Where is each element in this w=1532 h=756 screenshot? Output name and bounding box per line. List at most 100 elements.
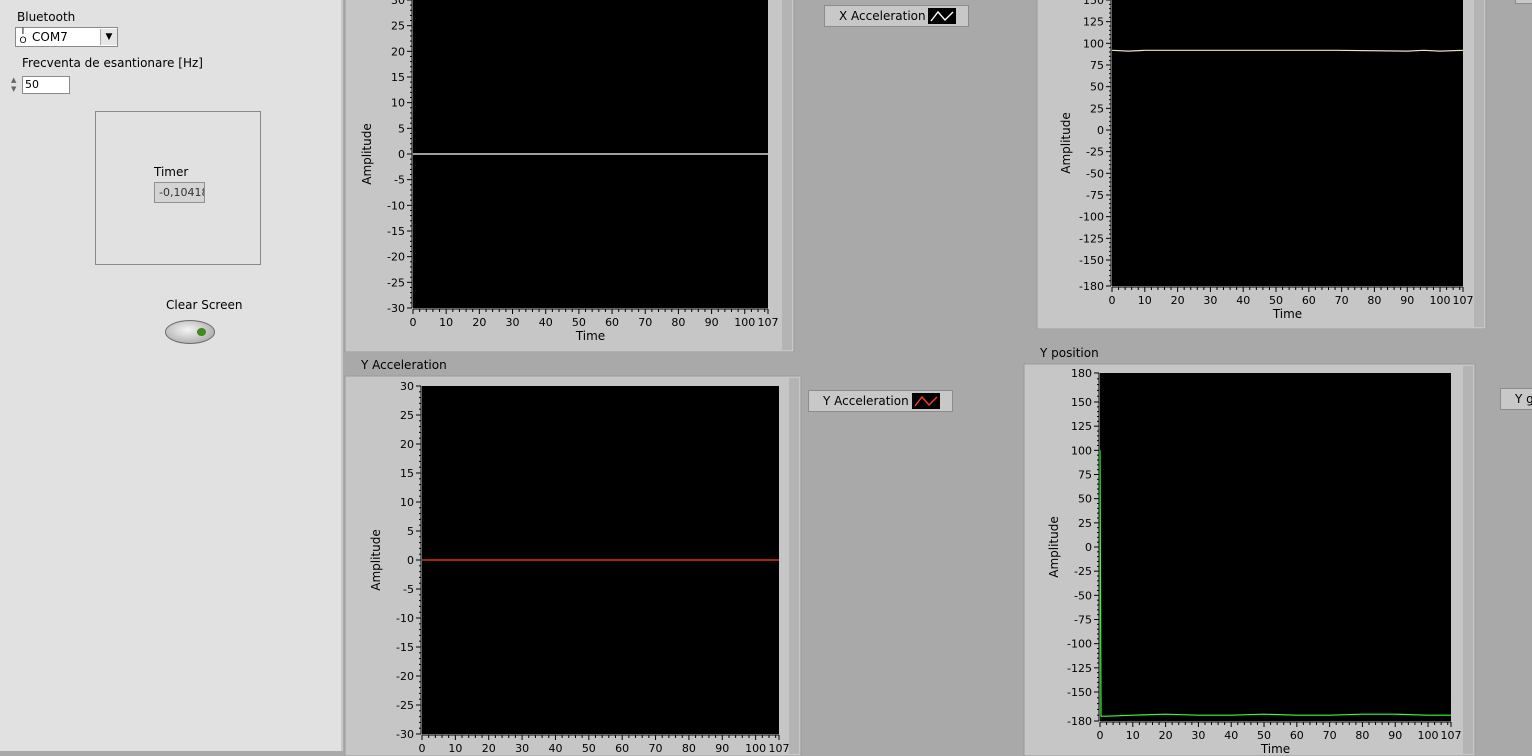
x-tick-label: 80: [682, 742, 696, 755]
y-tick-label: 0: [1085, 541, 1092, 554]
timer-label: Timer: [154, 165, 189, 179]
sampling-rate-control[interactable]: ▲ ▼ 50: [11, 74, 70, 96]
y-tick-label: 0: [398, 148, 405, 161]
clear-screen-button[interactable]: [165, 320, 215, 344]
plot-area: [1100, 373, 1451, 721]
x-tick-label: 70: [649, 742, 663, 755]
x-tick-label: 40: [548, 742, 562, 755]
y-tick-label: 100: [1083, 37, 1104, 50]
graph-frame-edge: [1474, 0, 1484, 327]
y-tick-label: 20: [391, 45, 405, 58]
y-tick-label: 30: [400, 380, 414, 393]
left-control-panel: Bluetooth IO COM7 ▼ Frecventa de esantio…: [0, 0, 341, 751]
y-tick-label: -50: [1074, 589, 1092, 602]
y-tick-label: 20: [400, 438, 414, 451]
y-position-legend[interactable]: Y g: [1500, 388, 1532, 410]
y-tick-label: -180: [1067, 715, 1092, 728]
x-tick-label: 107: [769, 742, 790, 755]
y-tick-label: 25: [391, 20, 405, 33]
bluetooth-port-select[interactable]: IO COM7 ▼: [15, 27, 118, 47]
plot-style-icon: [928, 8, 956, 24]
x-tick-label: 20: [472, 316, 486, 329]
y-tick-label: -20: [396, 670, 414, 683]
x-tick-label: 60: [1302, 294, 1316, 307]
x-tick-label: 20: [482, 742, 496, 755]
y-tick-label: 5: [398, 122, 405, 135]
chevron-down-icon[interactable]: ▼: [100, 29, 117, 45]
y-tick-label: -30: [387, 302, 405, 315]
y-tick-label: -10: [396, 612, 414, 625]
x-acceleration-legend[interactable]: X Acceleration: [824, 5, 969, 27]
y-tick-label: 50: [1078, 493, 1092, 506]
x-tick-label: 107: [758, 316, 779, 329]
y-tick-label: -75: [1074, 614, 1092, 627]
y-tick-label: -150: [1079, 254, 1104, 267]
sampling-rate-input[interactable]: 50: [22, 76, 70, 94]
y-tick-label: 125: [1071, 420, 1092, 433]
io-icon: IO: [19, 27, 27, 46]
graph-frame-edge: [782, 0, 792, 350]
x-tick-label: 90: [705, 316, 719, 329]
y-tick-label: 15: [391, 71, 405, 84]
y-tick-label: -125: [1079, 232, 1104, 245]
y-tick-label: -25: [1074, 565, 1092, 578]
x-tick-label: 80: [1367, 294, 1381, 307]
y-axis-label: Amplitude: [1059, 112, 1073, 174]
y-tick-label: 25: [1090, 102, 1104, 115]
x-acceleration-chart: 302520151050-5-10-15-20-25-300 10 20 30 40 50…: [344, 0, 795, 352]
y-tick-label: 10: [391, 97, 405, 110]
x-tick-label: 100: [1430, 294, 1451, 307]
y-tick-label: -5: [394, 174, 405, 187]
increment-decrement-icon[interactable]: ▲ ▼: [11, 75, 22, 95]
plot-area: [1112, 0, 1463, 286]
x-tick-label: 10: [448, 742, 462, 755]
y-tick-label: 75: [1078, 469, 1092, 482]
port-value: COM7: [32, 30, 68, 44]
x-position-legend[interactable]: [1515, 0, 1532, 4]
graph-frame-edge: [1463, 366, 1473, 754]
y-tick-label: -150: [1067, 686, 1092, 699]
timer-indicator: -0,10418: [154, 182, 205, 203]
chart-title: Y Acceleration: [360, 358, 447, 372]
x-tick-label: 107: [1441, 729, 1462, 742]
x-tick-label: 100: [1418, 729, 1439, 742]
y-tick-label: -125: [1067, 662, 1092, 675]
x-axis-label: Time: [1272, 307, 1302, 321]
bluetooth-label: Bluetooth: [17, 10, 76, 24]
y-tick-label: 180: [1071, 367, 1092, 380]
y-tick-label: 100: [1071, 444, 1092, 457]
y-axis-label: Amplitude: [1047, 516, 1061, 578]
y-tick-label: 150: [1083, 0, 1104, 7]
x-tick-label: 30: [1203, 294, 1217, 307]
x-tick-label: 90: [715, 742, 729, 755]
legend-label: X Acceleration: [839, 9, 926, 23]
y-tick-label: -30: [396, 728, 414, 741]
y-tick-label: 75: [1090, 59, 1104, 72]
y-tick-label: 0: [407, 554, 414, 567]
y-tick-label: 25: [400, 409, 414, 422]
y-tick-label: -15: [387, 225, 405, 238]
y-tick-label: -100: [1079, 211, 1104, 224]
x-tick-label: 30: [515, 742, 529, 755]
x-tick-label: 80: [671, 316, 685, 329]
x-tick-label: 50: [1269, 294, 1283, 307]
x-tick-label: 30: [506, 316, 520, 329]
y-tick-label: -5: [403, 583, 414, 596]
x-tick-label: 50: [1257, 729, 1271, 742]
y-tick-label: 15: [400, 467, 414, 480]
x-axis-label: Time: [1260, 742, 1290, 756]
chart-title: Y position: [1039, 346, 1099, 360]
led-indicator-icon: [197, 328, 206, 336]
sampling-rate-label: Frecventa de esantionare [Hz]: [22, 56, 203, 70]
x-tick-label: 107: [1453, 294, 1474, 307]
x-tick-label: 10: [439, 316, 453, 329]
y-tick-label: 25: [1078, 517, 1092, 530]
y-tick-label: -180: [1079, 280, 1104, 293]
x-tick-label: 70: [1335, 294, 1349, 307]
x-tick-label: 30: [1191, 729, 1205, 742]
y-acceleration-legend[interactable]: Y Acceleration: [808, 390, 953, 412]
y-tick-label: 125: [1083, 16, 1104, 29]
x-tick-label: 50: [572, 316, 586, 329]
x-tick-label: 40: [1224, 729, 1238, 742]
x-tick-label: 50: [582, 742, 596, 755]
